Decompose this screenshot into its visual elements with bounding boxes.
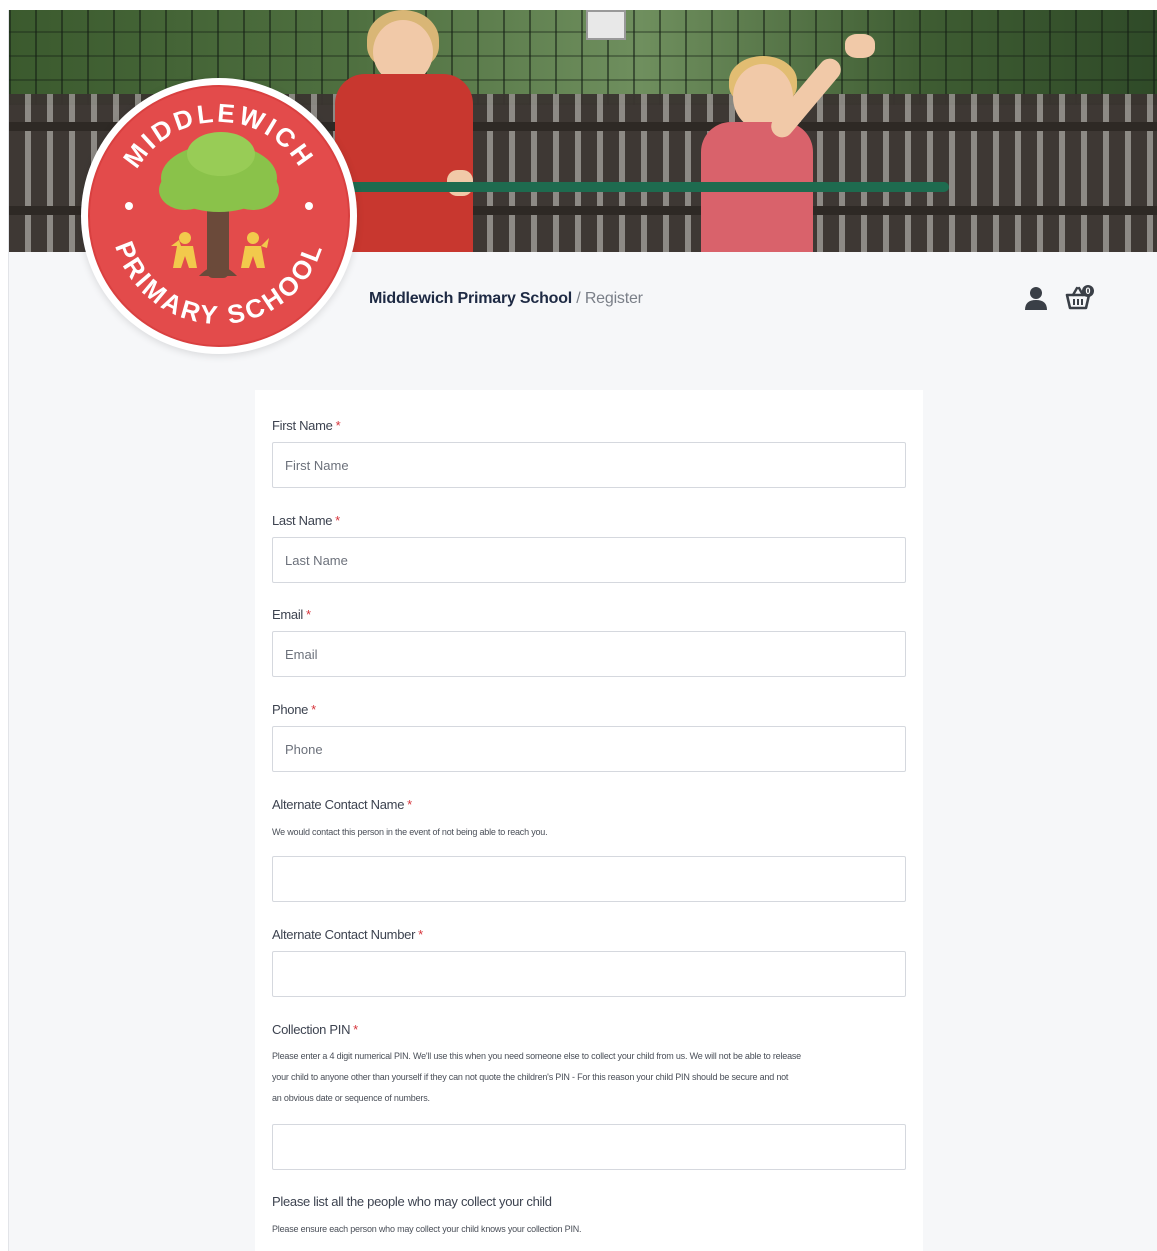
- last-name-input[interactable]: [272, 537, 906, 583]
- basket-button[interactable]: 0: [1065, 284, 1095, 314]
- collection-pin-label: Collection PIN *: [272, 1022, 358, 1037]
- school-logo-emblem: MIDDLEWICH PRIMARY SCHOOL: [88, 85, 350, 347]
- phone-input[interactable]: [272, 726, 906, 772]
- breadcrumb-school-link[interactable]: Middlewich Primary School: [369, 290, 572, 307]
- child-figure-right: [699, 34, 909, 252]
- required-marker: *: [335, 418, 341, 433]
- required-marker: *: [418, 927, 423, 942]
- register-form: First Name* Last Name* Email* Phone* Alt…: [255, 390, 923, 1251]
- email-label: Email *: [272, 607, 311, 622]
- required-marker: *: [335, 513, 340, 528]
- alternate-contact-number-input[interactable]: [272, 951, 906, 997]
- header-actions: 0: [1021, 284, 1101, 314]
- collection-pin-help: Please enter a 4 digit numerical PIN. We…: [272, 1046, 912, 1109]
- collection-pin-help-line: Please enter a 4 digit numerical PIN. We…: [272, 1051, 801, 1061]
- page-frame: MIDDLEWICH PRIMARY SCHOOL Middlewich Pri…: [8, 10, 1157, 1251]
- collectors-section-label: Please list all the people who may colle…: [272, 1194, 552, 1209]
- required-marker: *: [306, 607, 311, 622]
- breadcrumb-current: Register: [584, 290, 643, 307]
- alternate-contact-name-help: We would contact this person in the even…: [272, 827, 548, 837]
- alternate-contact-name-input[interactable]: [272, 856, 906, 902]
- basketball-hoop: [586, 10, 626, 40]
- required-marker: *: [311, 702, 316, 717]
- last-name-label: Last Name *: [272, 513, 340, 528]
- account-button[interactable]: [1021, 284, 1051, 314]
- school-logo[interactable]: MIDDLEWICH PRIMARY SCHOOL: [81, 78, 357, 354]
- first-name-label: First Name *: [272, 418, 341, 433]
- required-marker: *: [407, 797, 412, 812]
- collection-pin-help-line: an obvious date or sequence of numbers.: [272, 1093, 430, 1103]
- first-name-input[interactable]: [272, 442, 906, 488]
- breadcrumb-separator: /: [572, 290, 585, 307]
- collection-pin-help-line: your child to anyone other than yourself…: [272, 1072, 789, 1082]
- hero-green-rail: [339, 182, 949, 192]
- email-input[interactable]: [272, 631, 906, 677]
- breadcrumb: Middlewich Primary School / Register: [369, 290, 643, 308]
- user-icon: [1025, 287, 1047, 310]
- phone-label: Phone *: [272, 702, 316, 717]
- collection-pin-input[interactable]: [272, 1124, 906, 1170]
- alternate-contact-number-label: Alternate Contact Number *: [272, 927, 423, 942]
- collectors-section-help: Please ensure each person who may collec…: [272, 1224, 582, 1234]
- basket-count-badge: 0: [1085, 286, 1091, 296]
- alternate-contact-name-label: Alternate Contact Name *: [272, 797, 412, 812]
- required-marker: *: [353, 1022, 358, 1037]
